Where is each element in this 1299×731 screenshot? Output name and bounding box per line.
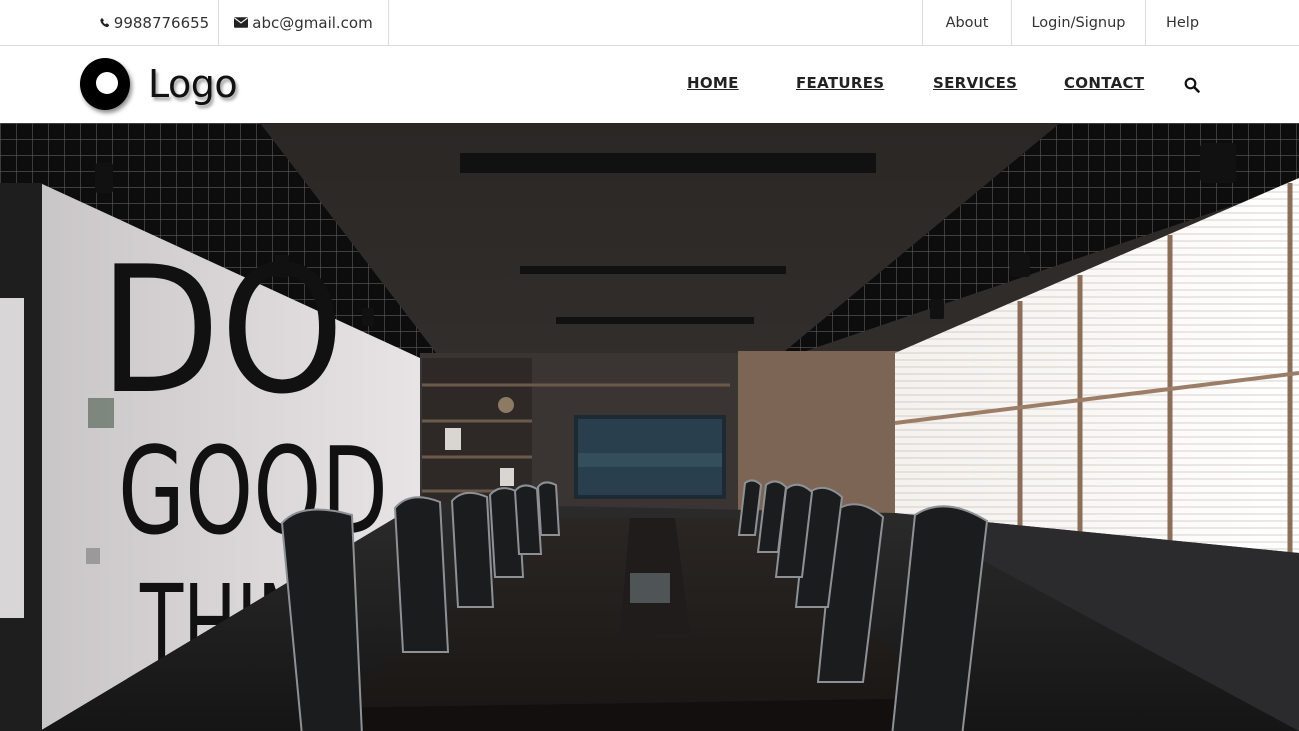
search-icon[interactable] [1184, 77, 1200, 93]
nav-home[interactable]: HOME [687, 74, 739, 92]
about-link[interactable]: About [946, 15, 989, 31]
login-signup-link[interactable]: Login/Signup [1031, 15, 1125, 31]
conference-room-illustration: DO GOOD THINGS [0, 123, 1299, 731]
phone-number: 9988776655 [113, 13, 210, 32]
nav-features[interactable]: FEATURES [796, 74, 884, 92]
nav-contact[interactable]: CONTACT [1064, 74, 1144, 92]
login-signup-link-cell: Login/Signup [1011, 0, 1145, 45]
help-link[interactable]: Help [1166, 15, 1199, 31]
phone-icon [99, 17, 110, 29]
hero-image: DO GOOD THINGS [0, 123, 1299, 731]
envelope-icon [234, 17, 249, 28]
logo-text: Logo [148, 62, 238, 106]
main-navbar: Logo HOME FEATURES SERVICES CONTACT [0, 46, 1299, 123]
wall-text-do: DO [99, 229, 344, 433]
top-contact-bar: 9988776655 abc@gmail.com About Login/Sig… [0, 0, 1299, 46]
about-link-cell: About [922, 0, 1011, 45]
help-link-cell: Help [1145, 0, 1219, 45]
nav-services[interactable]: SERVICES [933, 74, 1017, 92]
site-logo[interactable]: Logo [80, 57, 238, 111]
logo-circle-icon [80, 58, 130, 110]
email-address: abc@gmail.com [252, 13, 373, 32]
phone-contact[interactable]: 9988776655 [90, 0, 219, 45]
email-contact[interactable]: abc@gmail.com [219, 0, 389, 45]
